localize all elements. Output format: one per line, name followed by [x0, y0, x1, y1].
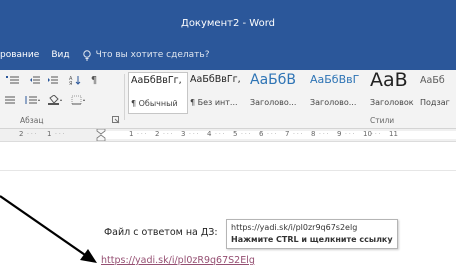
ruler-number: 11 [389, 130, 398, 138]
ruler-number: 6 [259, 130, 264, 138]
increase-indent-button[interactable] [44, 72, 62, 88]
numbering-icon [6, 76, 19, 84]
style-heading-1[interactable]: АаБбВ Заголово... [248, 72, 308, 114]
justify-button[interactable] [2, 92, 18, 108]
window-title: Документ2 - Word [181, 18, 275, 29]
horizontal-ruler[interactable]: 2 · · · 1 · · · 1 · · · 2 · · · 3 · · · 4 · · · 5 · ·… [0, 129, 456, 142]
style-name: ¶ Обычный [131, 99, 178, 108]
tooltip-url: https://yadi.sk/i/pl0zr9q67s2elg [231, 223, 358, 232]
style-sample: АаБбВвГ [310, 73, 360, 86]
ruler-tick: · · · [163, 131, 173, 138]
ruler-number: 2 [19, 130, 24, 138]
style-name: Заголовок [370, 98, 414, 107]
sort-icon: AЯ [69, 76, 81, 85]
svg-text:Я: Я [69, 81, 72, 85]
hyperlink-tooltip: https://yadi.sk/i/pl0zr9q67s2elg Нажмите… [226, 219, 398, 249]
line-spacing-button[interactable] [20, 92, 44, 108]
title-bar: Документ2 - Word рование Вид Что вы хоти… [0, 0, 456, 70]
style-name: Заголово... [250, 98, 297, 107]
lightbulb-icon [82, 49, 91, 60]
justify-icon [5, 96, 15, 104]
shading-button[interactable] [44, 92, 68, 108]
ruler-tick: · · · [293, 131, 303, 138]
borders-icon [71, 95, 85, 105]
ruler-tick: · · · [371, 131, 381, 138]
page-top-edge [0, 170, 456, 171]
ruler-tick: · · · [27, 131, 37, 138]
ruler-tick: · · · [241, 131, 251, 138]
styles-group-label: Стили [370, 116, 395, 125]
ruler-number: 9 [337, 130, 342, 138]
style-sample: АаБбВвГг, [131, 75, 182, 86]
style-normal[interactable]: АаБбВвГг, ¶ Обычный [128, 72, 188, 114]
hyperlink[interactable]: https://yadi.sk/i/pl0zR9q67S2Elg [101, 255, 255, 266]
ruler-number: 1 [47, 130, 52, 138]
ruler-tick: · · · [55, 131, 65, 138]
paragraph-group-label: Абзац [20, 116, 44, 125]
ruler-number: 3 [181, 130, 186, 138]
indent-marker-icon[interactable] [96, 129, 106, 141]
tell-me-box[interactable]: Что вы хотите сделать? [82, 49, 222, 61]
numbering-button[interactable] [2, 72, 24, 88]
menu-item-view[interactable]: Вид [51, 50, 69, 60]
show-marks-button[interactable]: ¶ [86, 72, 102, 88]
ruler-tick: · · · [267, 131, 277, 138]
ruler-number: 5 [233, 130, 238, 138]
ruler-number: 8 [311, 130, 316, 138]
style-sample: АаВ [370, 72, 408, 91]
style-heading-2[interactable]: АаБбВвГ Заголово... [308, 72, 368, 114]
ribbon: AЯ ¶ Абзац АаБбВвГг, ¶ Обычный АаБбВвГг,… [0, 70, 456, 129]
group-divider [124, 74, 125, 120]
ruler-tick: · · · [137, 131, 147, 138]
ruler-tick: · · · [189, 131, 199, 138]
borders-button[interactable] [68, 92, 92, 108]
answer-file-label: Файл с ответом на ДЗ: [104, 227, 218, 238]
decrease-indent-icon [30, 76, 40, 84]
ruler-number: 4 [207, 130, 212, 138]
style-name: Подзаг [420, 98, 450, 107]
ruler-number: 1 [129, 130, 134, 138]
ruler-tick: · · · [345, 131, 355, 138]
ruler-tick: · · · [319, 131, 329, 138]
paragraph-settings-launcher[interactable] [110, 114, 122, 126]
style-sample: АаБбВвГг, [190, 74, 241, 85]
paint-bucket-icon [48, 95, 62, 105]
styles-gallery: АаБбВвГг, ¶ Обычный АаБбВвГг, ¶ Без инт.… [128, 72, 456, 114]
document-area[interactable] [0, 142, 456, 273]
tell-me-placeholder: Что вы хотите сделать? [95, 50, 210, 60]
increase-indent-icon [48, 76, 58, 84]
ruler-tick: · · · [215, 131, 225, 138]
ruler-number: 2 [155, 130, 160, 138]
style-name: ¶ Без инт... [190, 98, 238, 107]
menu-item-review[interactable]: рование [0, 50, 39, 60]
ruler-number: 7 [285, 130, 290, 138]
sort-button[interactable]: AЯ [66, 72, 84, 88]
style-sample: АаБбВ [250, 72, 296, 88]
ruler-numbers: 2 · · · 1 · · · 1 · · · 2 · · · 3 · · · 4 · · · 5 · ·… [0, 129, 456, 141]
style-sample: АаБб [420, 75, 445, 86]
line-spacing-icon [25, 96, 40, 104]
decrease-indent-button[interactable] [26, 72, 44, 88]
tooltip-hint: Нажмите CTRL и щелкните ссылку [231, 235, 393, 244]
style-subtitle[interactable]: АаБб Подзаг [418, 72, 456, 114]
style-name: Заголово... [310, 98, 357, 107]
dialog-launcher-icon [112, 116, 120, 124]
menu-bar: рование Вид Что вы хотите сделать? [0, 48, 233, 62]
style-title[interactable]: АаВ Заголовок [368, 72, 418, 114]
pilcrow-icon: ¶ [90, 74, 98, 86]
style-no-spacing[interactable]: АаБбВвГг, ¶ Без инт... [188, 72, 248, 114]
